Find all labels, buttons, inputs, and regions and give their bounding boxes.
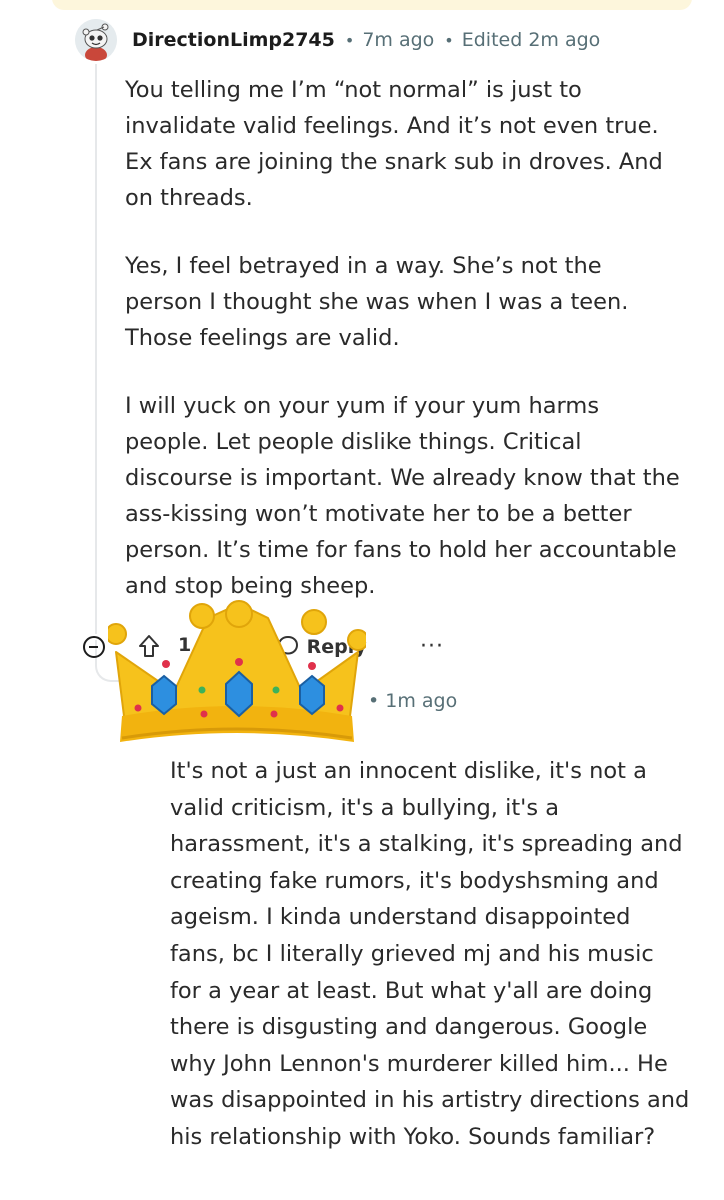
user-avatar[interactable]	[75, 19, 117, 61]
reply-header: • 1m ago	[368, 690, 457, 712]
thread-line[interactable]	[95, 64, 97, 634]
comment-timestamp: 7m ago	[362, 29, 435, 51]
comment-paragraph: You telling me I’m “not normal” is just …	[125, 77, 663, 211]
collapse-thread-button[interactable]	[83, 636, 105, 658]
reply-body: It's not a just an innocent dislike, it'…	[170, 758, 690, 1150]
edited-label: Edited 2m ago	[461, 29, 601, 51]
comment-author[interactable]: DirectionLimp2745	[132, 29, 335, 51]
comment-paragraph: I will yuck on your yum if your yum harm…	[125, 393, 680, 599]
comment-paragraph: Yes, I feel betrayed in a way. She’s not…	[125, 253, 629, 351]
comment-body: You telling me I’m “not normal” is just …	[125, 72, 685, 636]
separator-dot: •	[344, 30, 355, 50]
crown-emoji-icon	[108, 600, 366, 742]
snoo-avatar-icon	[75, 19, 117, 61]
separator-dot: •	[444, 30, 454, 50]
separator-dot: •	[368, 690, 386, 712]
comment-header: DirectionLimp2745 • 7m ago • Edited 2m a…	[132, 26, 600, 54]
previous-comment-card	[52, 0, 692, 10]
more-options-button[interactable]: ···	[420, 634, 444, 659]
reply-timestamp: 1m ago	[385, 690, 458, 712]
